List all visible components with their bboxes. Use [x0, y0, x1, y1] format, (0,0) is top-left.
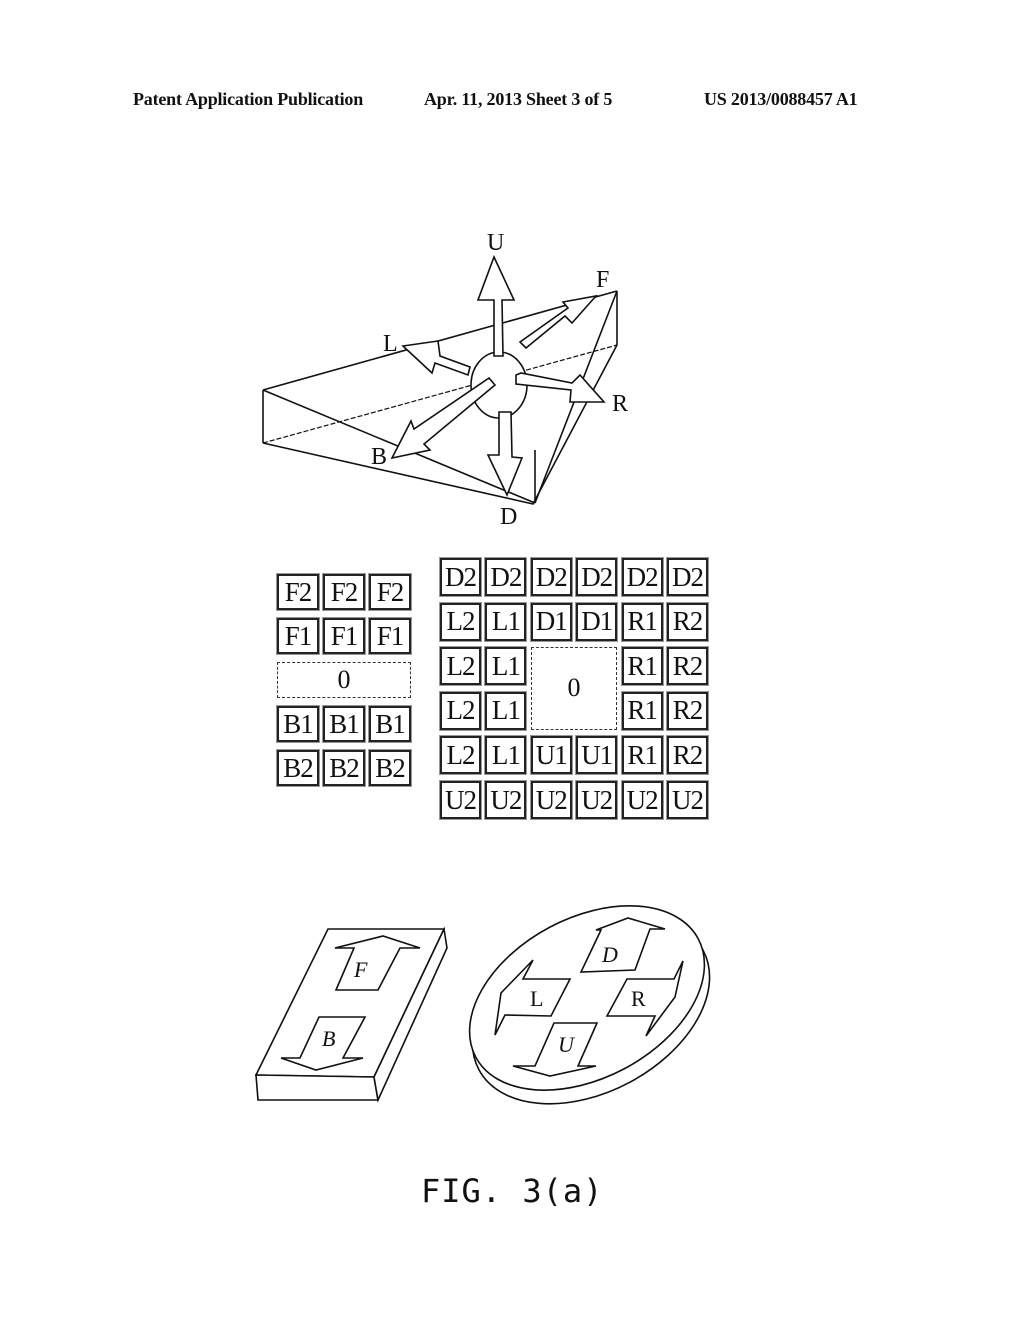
grid-right-cell: R1	[621, 736, 663, 775]
grid-right-cell: D1	[576, 602, 618, 641]
grid-left-cell: F2	[277, 574, 319, 610]
grid-right-cell: U2	[576, 781, 618, 819]
grid-left-cell: B2	[323, 750, 365, 786]
grid-left-cell: B1	[277, 706, 319, 742]
grid-left-cell: F1	[277, 618, 319, 654]
dpad-label-u: U	[558, 1032, 576, 1057]
grid-left-cell: B2	[369, 750, 411, 786]
grid-left-cell: F1	[323, 618, 365, 654]
grid-right-cell: U2	[485, 781, 527, 819]
label-right: R	[612, 391, 628, 417]
grid-left-cell: F2	[369, 574, 411, 610]
label-left: L	[383, 331, 398, 357]
grid-right-cell: L1	[485, 647, 527, 686]
dpad-label-r: R	[631, 986, 646, 1011]
grid-right-cell: R2	[667, 602, 708, 641]
grid-left-origin: 0	[277, 662, 411, 698]
dpad-label-d: D	[601, 942, 618, 967]
grid-right-cell: U1	[576, 736, 618, 775]
grid-right-cell: U2	[667, 781, 708, 819]
grid-right-cell: R1	[621, 647, 663, 686]
grid-left-cell: F2	[323, 574, 365, 610]
grid-left-cell: F1	[369, 618, 411, 654]
arrow-left-icon	[401, 340, 471, 377]
device-round: D L R U	[468, 905, 711, 1105]
grid-right-origin: 0	[530, 647, 618, 730]
grid-right-cell: L1	[485, 602, 527, 641]
device-rect: F B	[254, 926, 448, 1103]
figure-caption: FIG. 3(a)	[421, 1172, 604, 1210]
grid-right-cell: R2	[667, 647, 708, 686]
grid-right-cell: L2	[440, 647, 481, 686]
label-back: B	[371, 444, 387, 470]
arrow-back-icon	[390, 376, 497, 460]
grid-left-cell: B2	[277, 750, 319, 786]
label-down: D	[500, 504, 517, 530]
grid-right-cell: U1	[530, 736, 572, 775]
grid-right-cell: D2	[440, 558, 481, 596]
grid-right-cell: R1	[621, 602, 663, 641]
arrow-right-icon	[515, 372, 606, 403]
label-front: F	[596, 267, 609, 293]
label-up: U	[487, 230, 504, 256]
grid-right-cell: L2	[440, 691, 481, 730]
device-label-b: B	[322, 1026, 335, 1051]
grid-right-cell: L2	[440, 736, 481, 775]
slab-3d	[262, 290, 618, 505]
grid-right-cell: R1	[621, 691, 663, 730]
slab-top-edge	[262, 290, 618, 391]
grid-right-cell: D2	[485, 558, 527, 596]
grid-right-cell: L2	[440, 602, 481, 641]
arrow-front-icon	[518, 294, 599, 350]
grid-right-cell: U2	[440, 781, 481, 819]
arrow-up-icon	[476, 254, 516, 357]
grid-right-cell: R2	[667, 736, 708, 775]
device-rect-side	[255, 1074, 379, 1101]
dpad-label-l: L	[530, 986, 543, 1011]
grid-right-cell: U2	[530, 781, 572, 819]
arrow-down-icon	[486, 411, 524, 497]
grid-right-cell: L1	[485, 736, 527, 775]
grid-left-cell: B1	[323, 706, 365, 742]
grid-right-cell: D1	[530, 602, 572, 641]
device-label-f: F	[353, 957, 368, 982]
grid-right-cell: R2	[667, 691, 708, 730]
grid-right-cell: L1	[485, 691, 527, 730]
grid-right-cell: U2	[621, 781, 663, 819]
grid-right-cell: D2	[621, 558, 663, 596]
grid-right-cell: D2	[530, 558, 572, 596]
grid-right-cell: D2	[576, 558, 618, 596]
grid-left-cell: B1	[369, 706, 411, 742]
grid-right-cell: D2	[667, 558, 708, 596]
